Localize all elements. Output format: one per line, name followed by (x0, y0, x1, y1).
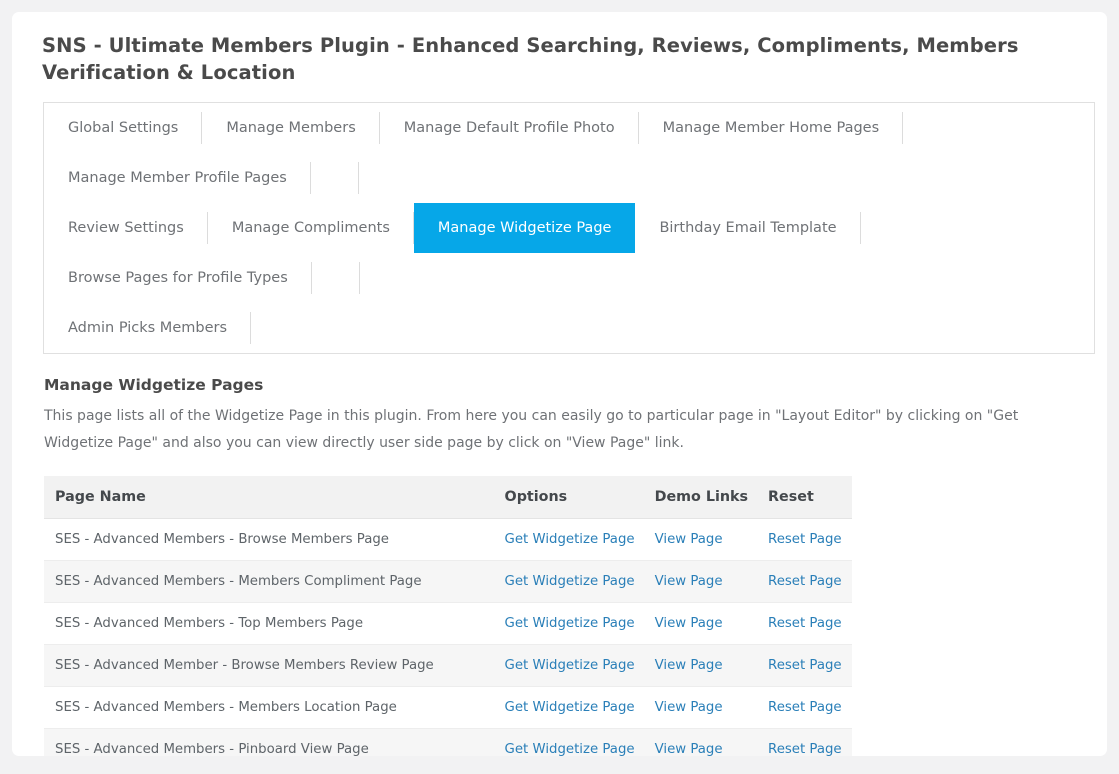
cell-page-name: SES - Advanced Members - Top Members Pag… (44, 602, 495, 645)
column-header-options: Options (494, 476, 645, 519)
table-row: SES - Advanced Members - Pinboard View P… (44, 728, 852, 756)
cell-get: Get Widgetize Page (494, 518, 645, 561)
get-widgetize-page-link[interactable]: Get Widgetize Page (505, 742, 635, 756)
cell-get: Get Widgetize Page (494, 728, 645, 756)
cell-reset: Reset Page (758, 686, 852, 729)
get-widgetize-page-link[interactable]: Get Widgetize Page (505, 532, 635, 547)
cell-reset: Reset Page (758, 644, 852, 687)
reset-page-link[interactable]: Reset Page (768, 658, 842, 673)
get-widgetize-page-link[interactable]: Get Widgetize Page (505, 700, 635, 715)
view-page-link[interactable]: View Page (655, 616, 723, 631)
tab-browse-pages-for-profile-types[interactable]: Browse Pages for Profile Types (44, 253, 312, 303)
tab-manage-default-profile-photo[interactable]: Manage Default Profile Photo (379, 103, 639, 153)
reset-page-link[interactable]: Reset Page (768, 574, 842, 589)
view-page-link[interactable]: View Page (655, 532, 723, 547)
reset-page-link[interactable]: Reset Page (768, 616, 842, 631)
cell-page-name: SES - Advanced Members - Members Locatio… (44, 686, 495, 729)
table-row: SES - Advanced Member - Browse Members R… (44, 644, 852, 687)
table-header: Page Name Options Demo Links Reset (44, 476, 852, 519)
get-widgetize-page-link[interactable]: Get Widgetize Page (505, 574, 635, 589)
table-row: SES - Advanced Members - Top Members Pag… (44, 602, 852, 645)
cell-reset: Reset Page (758, 560, 852, 603)
view-page-link[interactable]: View Page (655, 658, 723, 673)
get-widgetize-page-link[interactable]: Get Widgetize Page (505, 658, 635, 673)
section-description: This page lists all of the Widgetize Pag… (44, 408, 1019, 451)
cell-get: Get Widgetize Page (494, 560, 645, 603)
view-page-link[interactable]: View Page (655, 700, 723, 715)
table-row: SES - Advanced Members - Members Complim… (44, 560, 852, 603)
tab-review-settings[interactable]: Review Settings (44, 203, 208, 253)
settings-tabs: Global Settings Manage Members Manage Defa… (43, 102, 1095, 354)
column-header-reset: Reset (758, 476, 852, 519)
tab-manage-widgetize-page[interactable]: Manage Widgetize Page (413, 203, 636, 253)
cell-reset: Reset Page (758, 602, 852, 645)
plugin-settings-card: SNS - Ultimate Members Plugin - Enhanced… (12, 12, 1107, 756)
cell-view: View Page (644, 518, 759, 561)
section-heading: Manage Widgetize Pages (44, 376, 264, 394)
tab-row-filler (310, 153, 359, 203)
widgetize-pages-table: Page Name Options Demo Links Reset SES -… (44, 476, 852, 756)
cell-page-name: SES - Advanced Members - Members Complim… (44, 560, 495, 603)
cell-page-name: SES - Advanced Member - Browse Members R… (44, 644, 495, 687)
tab-manage-member-profile-pages[interactable]: Manage Member Profile Pages (44, 153, 311, 203)
cell-reset: Reset Page (758, 728, 852, 756)
column-header-demo-links: Demo Links (644, 476, 759, 519)
tab-manage-member-home-pages[interactable]: Manage Member Home Pages (638, 103, 904, 153)
table-row: SES - Advanced Members - Browse Members … (44, 518, 852, 561)
tab-manage-members[interactable]: Manage Members (202, 103, 381, 153)
cell-page-name: SES - Advanced Members - Browse Members … (44, 518, 495, 561)
column-header-page-name: Page Name (44, 476, 495, 519)
reset-page-link[interactable]: Reset Page (768, 532, 842, 547)
cell-get: Get Widgetize Page (494, 602, 645, 645)
reset-page-link[interactable]: Reset Page (768, 700, 842, 715)
cell-get: Get Widgetize Page (494, 644, 645, 687)
cell-reset: Reset Page (758, 518, 852, 561)
table-row: SES - Advanced Members - Members Locatio… (44, 686, 852, 729)
table-header-row: Page Name Options Demo Links Reset (44, 476, 852, 519)
tab-birthday-email-template[interactable]: Birthday Email Template (635, 203, 861, 253)
cell-view: View Page (644, 560, 759, 603)
cell-get: Get Widgetize Page (494, 686, 645, 729)
cell-view: View Page (644, 728, 759, 756)
get-widgetize-page-link[interactable]: Get Widgetize Page (505, 616, 635, 631)
page-title: SNS - Ultimate Members Plugin - Enhanced… (42, 34, 1019, 84)
view-page-link[interactable]: View Page (655, 742, 723, 756)
cell-view: View Page (644, 644, 759, 687)
view-page-link[interactable]: View Page (655, 574, 723, 589)
tab-row-filler (311, 253, 360, 303)
reset-page-link[interactable]: Reset Page (768, 742, 842, 756)
cell-view: View Page (644, 686, 759, 729)
tab-manage-compliments[interactable]: Manage Compliments (207, 203, 414, 253)
widgetize-pages-table-wrapper: Page Name Options Demo Links Reset SES -… (44, 476, 852, 756)
table-body: SES - Advanced Members - Browse Members … (44, 518, 852, 756)
cell-page-name: SES - Advanced Members - Pinboard View P… (44, 728, 495, 756)
cell-view: View Page (644, 602, 759, 645)
tab-row-filler (251, 303, 1094, 353)
tab-global-settings[interactable]: Global Settings (44, 103, 203, 153)
tab-admin-picks-members[interactable]: Admin Picks Members (44, 303, 252, 353)
